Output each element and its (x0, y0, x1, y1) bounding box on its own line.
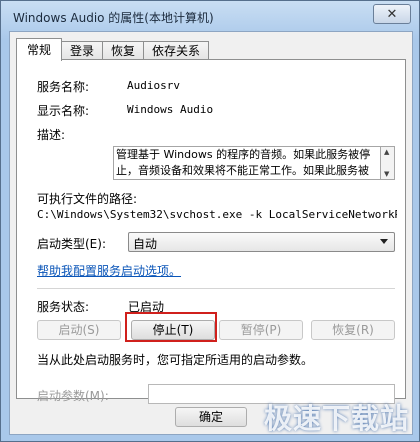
service-name-label: 服务名称: (37, 80, 90, 94)
service-status-label: 服务状态: (37, 300, 90, 314)
window-title: Windows Audio 的属性(本地计算机) (13, 11, 214, 25)
start-params-hint: 当从此处启动服务时，您可指定所适用的启动参数。 (37, 353, 314, 367)
scroll-down-icon[interactable]: ▼ (384, 170, 389, 178)
description-textbox[interactable]: 管理基于 Windows 的程序的音频。如果此服务被停止，音频设备和效果将不能正… (113, 146, 381, 180)
description-scrollbar[interactable]: ▲ ▼ (381, 146, 395, 180)
tab-strip: 常规 登录 恢复 依存关系 (16, 38, 210, 61)
tab-recovery[interactable]: 恢复 (102, 41, 145, 61)
title-bar[interactable]: Windows Audio 的属性(本地计算机) ✕ (1, 1, 419, 31)
pause-button[interactable]: 暂停(P) (219, 320, 303, 340)
properties-window: Windows Audio 的属性(本地计算机) ✕ 常规 登录 恢复 依存关系… (0, 0, 420, 442)
start-button[interactable]: 启动(S) (37, 320, 121, 340)
startup-type-value: 自动 (133, 237, 158, 251)
divider (37, 288, 395, 289)
service-name-value: Audiosrv (127, 79, 180, 92)
startup-type-select[interactable]: 自动 (128, 232, 395, 252)
resume-button[interactable]: 恢复(R) (311, 320, 395, 340)
startup-type-label: 启动类型(E): (37, 237, 106, 251)
exec-path-value: C:\Windows\System32\svchost.exe -k Local… (37, 208, 397, 221)
close-icon: ✕ (386, 6, 398, 22)
display-name-value: Windows Audio (127, 103, 214, 116)
highlight-box (125, 312, 217, 342)
exec-path-label: 可执行文件的路径: (37, 192, 138, 206)
watermark-logo: 极速下载站 (263, 402, 409, 435)
display-name-label: 显示名称: (37, 104, 90, 118)
help-link[interactable]: 帮助我配置服务启动选项。 (37, 262, 181, 279)
tab-dependencies[interactable]: 依存关系 (143, 41, 210, 61)
tab-general[interactable]: 常规 (16, 38, 63, 61)
dialog-client: 常规 登录 恢复 依存关系 服务名称: Audiosrv 显示名称: Windo… (9, 31, 413, 435)
general-panel: 服务名称: Audiosrv 显示名称: Windows Audio 描述: 管… (16, 59, 406, 404)
description-label: 描述: (37, 128, 66, 142)
ok-button[interactable]: 确定 (175, 407, 247, 427)
scroll-up-icon[interactable]: ▲ (384, 148, 389, 156)
chevron-down-icon (380, 239, 388, 244)
tab-logon[interactable]: 登录 (61, 41, 104, 61)
close-button[interactable]: ✕ (373, 4, 411, 24)
start-params-label: 启动参数(M): (37, 389, 109, 403)
